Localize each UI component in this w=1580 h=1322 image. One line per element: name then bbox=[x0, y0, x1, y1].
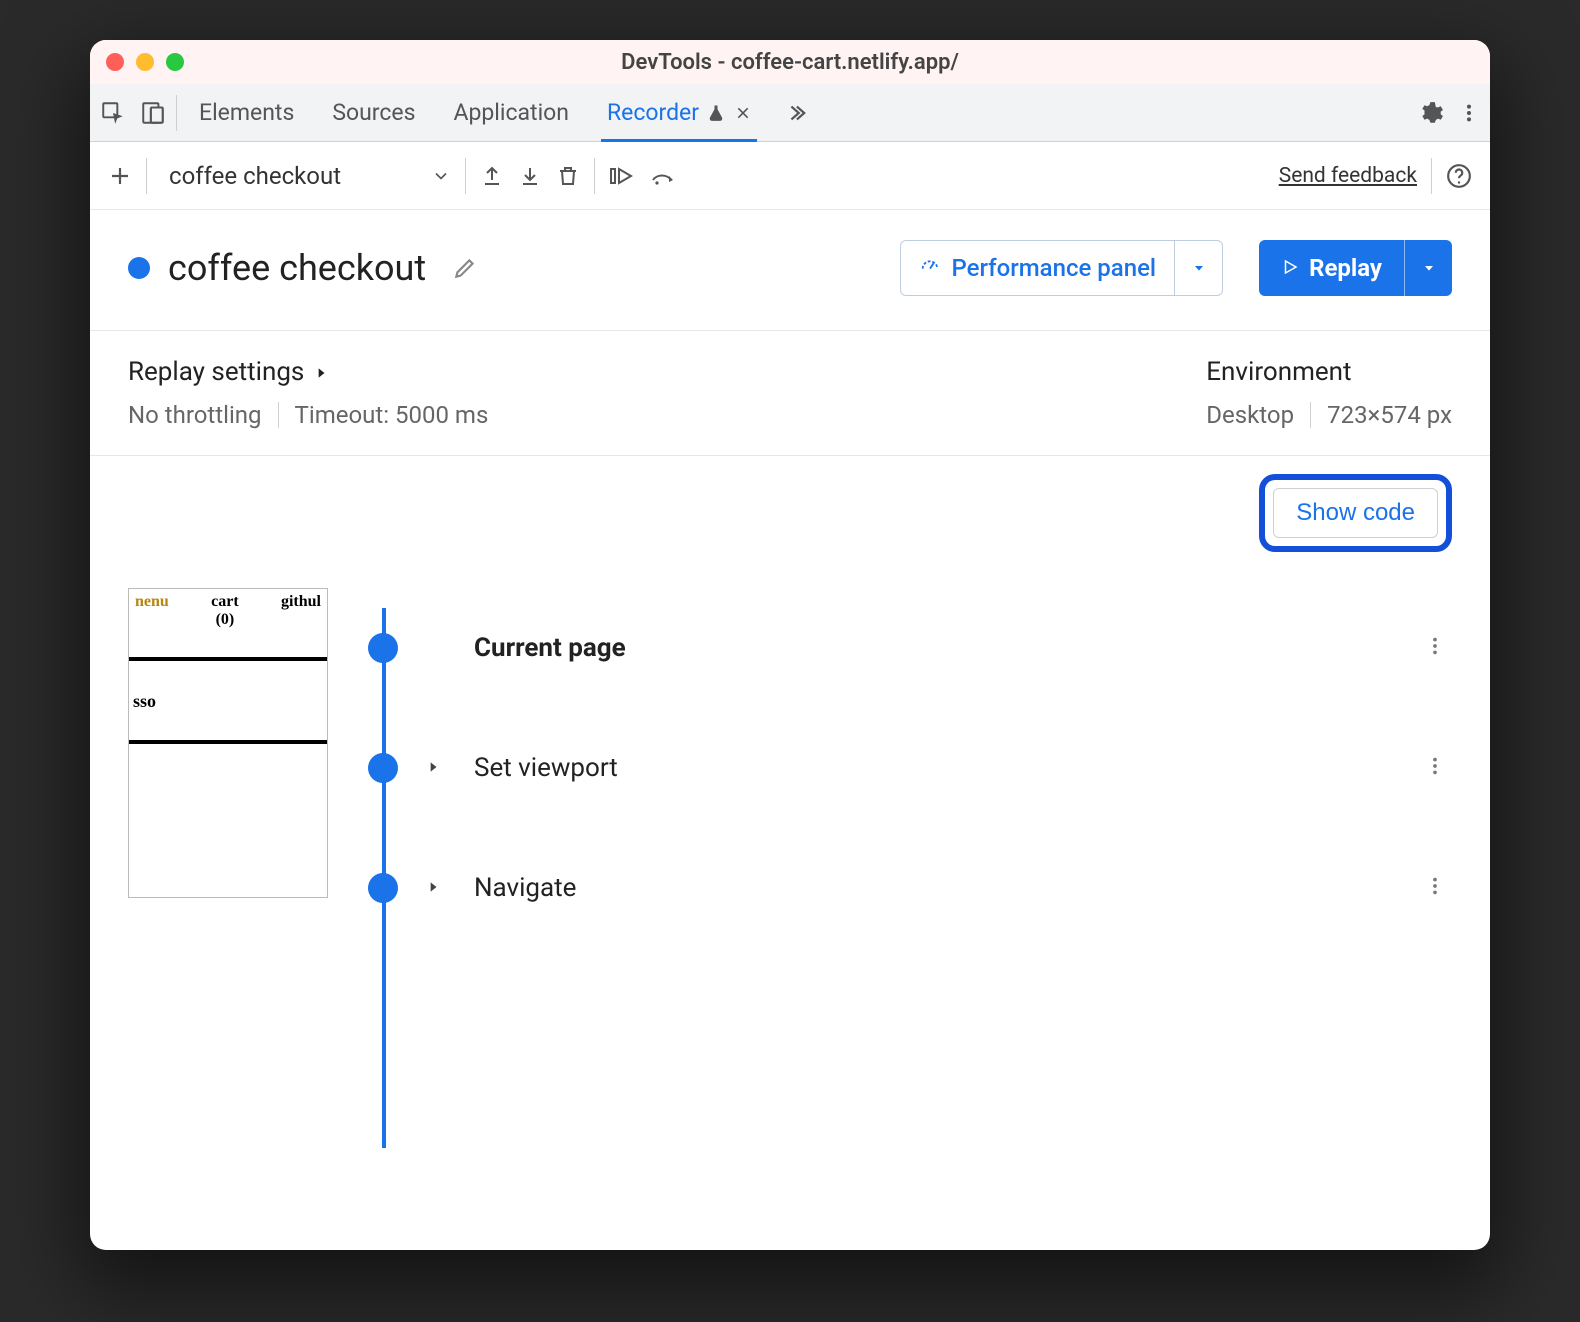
tab-label: Application bbox=[453, 99, 569, 126]
divider bbox=[1431, 158, 1432, 194]
window-minimize-button[interactable] bbox=[136, 53, 154, 71]
add-recording-icon[interactable] bbox=[108, 164, 132, 188]
performance-panel-dropdown[interactable] bbox=[1174, 241, 1222, 295]
dimensions-value: 723×574 px bbox=[1327, 401, 1452, 429]
replay-settings-label: Replay settings bbox=[128, 357, 304, 387]
replay-main[interactable]: Replay bbox=[1259, 240, 1404, 296]
divider bbox=[594, 158, 595, 194]
recording-header: coffee checkout Performance panel Replay bbox=[90, 210, 1490, 331]
inspect-element-icon[interactable] bbox=[100, 100, 126, 126]
replay-button: Replay bbox=[1259, 240, 1452, 296]
tab-label: Recorder bbox=[607, 99, 699, 126]
gauge-icon bbox=[919, 254, 941, 282]
steps-area: nenu cart (0) githul sso Current page bbox=[90, 552, 1490, 1250]
throttling-value: No throttling bbox=[128, 401, 278, 429]
step-over-icon[interactable] bbox=[609, 164, 635, 188]
show-code-button[interactable]: Show code bbox=[1273, 488, 1438, 538]
divider bbox=[465, 158, 466, 194]
performance-panel-button: Performance panel bbox=[900, 240, 1223, 296]
step-label: Current page bbox=[474, 633, 626, 663]
step-navigate[interactable]: Navigate bbox=[354, 828, 1452, 948]
more-tabs-icon[interactable] bbox=[785, 102, 807, 124]
gear-icon[interactable] bbox=[1418, 100, 1444, 126]
page-thumbnail: nenu cart (0) githul sso bbox=[128, 588, 328, 898]
tab-sources[interactable]: Sources bbox=[328, 84, 419, 141]
settings-summary: Replay settings No throttling Timeout: 5… bbox=[90, 331, 1490, 456]
chevron-right-icon[interactable] bbox=[426, 879, 446, 898]
close-icon[interactable] bbox=[735, 105, 751, 121]
device-toolbar-icon[interactable] bbox=[140, 100, 166, 126]
step-more-icon[interactable] bbox=[1418, 629, 1452, 667]
tab-label: Sources bbox=[332, 99, 415, 126]
devtools-window: DevTools - coffee-cart.netlify.app/ Elem… bbox=[90, 40, 1490, 1250]
timeline: Current page Set viewport bbox=[354, 588, 1452, 948]
environment-label: Environment bbox=[1206, 357, 1351, 387]
devtools-tabbar: Elements Sources Application Recorder bbox=[90, 84, 1490, 142]
step-label: Navigate bbox=[474, 873, 576, 903]
step-set-viewport[interactable]: Set viewport bbox=[354, 708, 1452, 828]
tab-label: Elements bbox=[199, 99, 294, 126]
tab-elements[interactable]: Elements bbox=[195, 84, 298, 141]
divider bbox=[278, 402, 279, 428]
performance-panel-main[interactable]: Performance panel bbox=[901, 241, 1174, 295]
recording-select[interactable]: coffee checkout bbox=[169, 162, 451, 190]
thumb-sso: sso bbox=[129, 661, 327, 740]
show-code-highlight: Show code bbox=[1259, 474, 1452, 552]
timeout-value: Timeout: 5000 ms bbox=[295, 401, 489, 429]
step-more-icon[interactable] bbox=[1418, 749, 1452, 787]
divider bbox=[1310, 402, 1311, 428]
continue-icon[interactable] bbox=[649, 164, 677, 188]
titlebar: DevTools - coffee-cart.netlify.app/ bbox=[90, 40, 1490, 84]
chevron-right-icon[interactable] bbox=[426, 759, 446, 778]
environment-settings: Environment Desktop 723×574 px bbox=[1206, 357, 1452, 429]
timeline-dot bbox=[368, 633, 398, 663]
delete-icon[interactable] bbox=[556, 164, 580, 188]
chevron-right-icon bbox=[314, 357, 328, 387]
replay-label: Replay bbox=[1309, 254, 1382, 282]
thumb-menu: nenu bbox=[135, 593, 169, 629]
recording-select-label: coffee checkout bbox=[169, 162, 341, 190]
replay-settings-heading[interactable]: Replay settings bbox=[128, 357, 488, 387]
play-icon bbox=[1281, 254, 1299, 282]
tab-application[interactable]: Application bbox=[449, 84, 573, 141]
help-icon[interactable] bbox=[1446, 163, 1472, 189]
tabs: Elements Sources Application Recorder bbox=[195, 84, 807, 141]
performance-panel-label: Performance panel bbox=[951, 254, 1156, 282]
tab-recorder[interactable]: Recorder bbox=[603, 84, 755, 141]
import-icon[interactable] bbox=[518, 164, 542, 188]
divider bbox=[146, 158, 147, 194]
chevron-down-icon bbox=[431, 166, 451, 186]
edit-title-icon[interactable] bbox=[452, 255, 478, 281]
thumb-cart-label: cart bbox=[211, 593, 239, 610]
send-feedback-link[interactable]: Send feedback bbox=[1279, 164, 1417, 188]
replay-dropdown[interactable] bbox=[1404, 240, 1452, 296]
thumb-github: githul bbox=[281, 593, 321, 629]
divider bbox=[176, 95, 177, 131]
timeline-dot bbox=[368, 873, 398, 903]
device-value: Desktop bbox=[1206, 401, 1310, 429]
step-label: Set viewport bbox=[474, 753, 618, 783]
kebab-menu-icon[interactable] bbox=[1458, 102, 1480, 124]
step-more-icon[interactable] bbox=[1418, 869, 1452, 907]
code-toolbar: Show code bbox=[90, 456, 1490, 552]
recording-status-dot bbox=[128, 257, 150, 279]
thumb-cart-count: (0) bbox=[216, 611, 235, 628]
step-current-page[interactable]: Current page bbox=[354, 588, 1452, 708]
traffic-lights bbox=[106, 53, 184, 71]
replay-settings: Replay settings No throttling Timeout: 5… bbox=[128, 357, 488, 429]
flask-icon bbox=[707, 104, 725, 122]
timeline-dot bbox=[368, 753, 398, 783]
recording-title: coffee checkout bbox=[168, 247, 426, 289]
window-close-button[interactable] bbox=[106, 53, 124, 71]
window-title: DevTools - coffee-cart.netlify.app/ bbox=[90, 50, 1490, 75]
window-zoom-button[interactable] bbox=[166, 53, 184, 71]
export-icon[interactable] bbox=[480, 164, 504, 188]
recorder-toolbar: coffee checkout Send feedback bbox=[90, 142, 1490, 210]
